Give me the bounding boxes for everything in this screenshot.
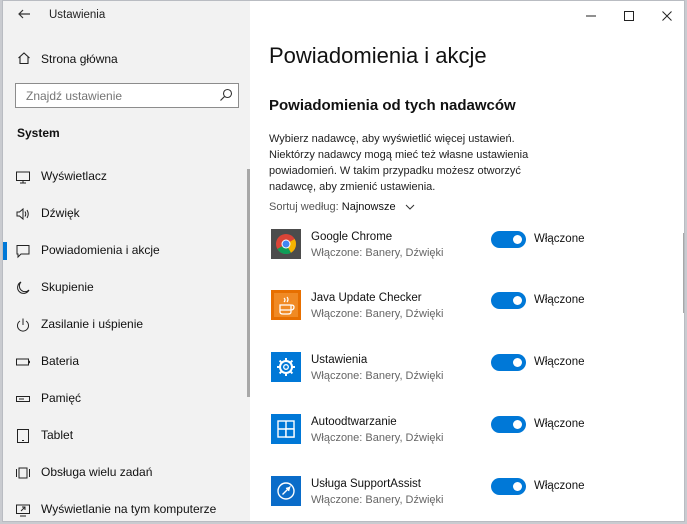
sidebar-item-sound[interactable]: Dźwięk xyxy=(3,195,247,232)
java-icon xyxy=(271,290,301,320)
speaker-icon xyxy=(16,207,29,221)
back-button[interactable] xyxy=(15,7,33,25)
gear-icon xyxy=(271,352,301,382)
notification-toggle[interactable] xyxy=(491,292,526,309)
tablet-icon xyxy=(17,429,29,443)
close-icon xyxy=(662,11,672,21)
sidebar-item-battery[interactable]: Bateria xyxy=(3,343,247,380)
sender-row-chrome[interactable]: Google Chrome Włączone: Banery, Dźwięki … xyxy=(269,229,679,279)
notification-toggle[interactable] xyxy=(491,478,526,495)
sidebar: Ustawienia Strona główna System Wyświetl… xyxy=(3,1,250,521)
toggle-knob xyxy=(513,482,522,491)
battery-icon xyxy=(16,358,30,366)
sender-name: Autoodtwarzanie xyxy=(311,416,397,428)
sort-label: Sortuj według: xyxy=(269,201,339,213)
window-controls xyxy=(572,1,684,31)
sidebar-item-focus[interactable]: Skupienie xyxy=(3,269,247,306)
sidebar-item-label: Skupienie xyxy=(41,280,94,294)
sender-row-autoplay[interactable]: Autoodtwarzanie Włączone: Banery, Dźwięk… xyxy=(269,414,679,464)
toggle-label: Włączone xyxy=(534,294,585,306)
sender-status: Włączone: Banery, Dźwięki xyxy=(311,432,444,444)
maximize-icon xyxy=(624,11,634,21)
page-title: Powiadomienia i akcje xyxy=(269,43,487,68)
sender-status: Włączone: Banery, Dźwięki xyxy=(311,308,444,320)
notification-icon xyxy=(16,245,30,259)
sender-status: Włączone: Banery, Dźwięki xyxy=(311,370,444,382)
sidebar-item-label: Wyświetlacz xyxy=(41,169,107,183)
toggle-label: Włączone xyxy=(534,233,585,245)
notification-toggle[interactable] xyxy=(491,416,526,433)
sidebar-item-power[interactable]: Zasilanie i uśpienie xyxy=(3,306,247,343)
display-icon xyxy=(16,171,30,184)
search-icon[interactable] xyxy=(219,88,233,102)
title-bar: Ustawienia xyxy=(3,1,250,31)
app-title: Ustawienia xyxy=(49,9,106,21)
main-scrollbar[interactable] xyxy=(683,233,684,313)
sidebar-item-label: Zasilanie i uśpienie xyxy=(41,317,144,331)
sidebar-item-notifications[interactable]: Powiadomienia i akcje xyxy=(3,232,247,269)
sidebar-item-tablet[interactable]: Tablet xyxy=(3,417,247,454)
sender-name: Google Chrome xyxy=(311,231,393,243)
sidebar-item-label: Dźwięk xyxy=(41,206,80,220)
sidebar-item-project[interactable]: Wyświetlanie na tym komputerze xyxy=(3,491,247,521)
sidebar-item-label: Tablet xyxy=(41,428,74,442)
home-link[interactable]: Strona główna xyxy=(3,41,250,77)
sort-control[interactable]: Sortuj według: Najnowsze xyxy=(269,201,415,213)
home-label: Strona główna xyxy=(41,52,118,66)
minimize-icon xyxy=(586,15,596,17)
description: Wybierz nadawcę, aby wyświetlić więcej u… xyxy=(269,133,529,193)
sidebar-item-multitasking[interactable]: Obsługa wielu zadań xyxy=(3,454,247,491)
search-box[interactable] xyxy=(15,83,239,108)
power-icon xyxy=(17,318,29,332)
storage-icon xyxy=(16,396,30,402)
toggle-label: Włączone xyxy=(534,480,585,492)
sender-status: Włączone: Banery, Dźwięki xyxy=(311,247,444,259)
toggle-knob xyxy=(513,420,522,429)
search-input[interactable] xyxy=(16,84,212,107)
sidebar-item-label: Pamięć xyxy=(41,391,82,405)
settings-window: Ustawienia Strona główna System Wyświetl… xyxy=(2,0,685,522)
multitasking-icon xyxy=(16,467,30,479)
sender-name: Ustawienia xyxy=(311,354,368,366)
main-content: Powiadomienia i akcje Powiadomienia od t… xyxy=(250,1,684,521)
minimize-button[interactable] xyxy=(572,1,610,31)
toggle-knob xyxy=(513,296,522,305)
sidebar-item-label: Obsługa wielu zadań xyxy=(41,465,153,479)
sidebar-item-storage[interactable]: Pamięć xyxy=(3,380,247,417)
back-arrow-icon xyxy=(18,9,30,19)
active-indicator xyxy=(3,242,7,260)
toggle-label: Włączone xyxy=(534,418,585,430)
moon-icon xyxy=(17,281,30,294)
autoplay-icon xyxy=(271,414,301,444)
toggle-knob xyxy=(513,235,522,244)
notification-toggle[interactable] xyxy=(491,231,526,248)
maximize-button[interactable] xyxy=(610,1,648,31)
sidebar-item-label: Powiadomienia i akcje xyxy=(41,243,160,257)
sender-row-supportassist[interactable]: Usługa SupportAssist Włączone: Banery, D… xyxy=(269,476,679,521)
toggle-label: Włączone xyxy=(534,356,585,368)
notification-toggle[interactable] xyxy=(491,354,526,371)
toggle-knob xyxy=(513,358,522,367)
close-button[interactable] xyxy=(648,1,684,31)
sender-row-java[interactable]: Java Update Checker Włączone: Banery, Dź… xyxy=(269,290,679,340)
home-icon xyxy=(18,52,30,65)
section-title: Powiadomienia od tych nadawców xyxy=(269,97,516,114)
sender-name: Java Update Checker xyxy=(311,292,422,304)
sidebar-item-label: Bateria xyxy=(41,354,80,368)
sender-row-settings[interactable]: Ustawienia Włączone: Banery, Dźwięki Włą… xyxy=(269,352,679,402)
sort-value[interactable]: Najnowsze xyxy=(342,201,396,213)
sidebar-item-display[interactable]: Wyświetlacz xyxy=(3,158,247,195)
project-icon xyxy=(16,504,30,517)
sender-status: Włączone: Banery, Dźwięki xyxy=(311,494,444,506)
sidebar-item-label: Wyświetlanie na tym komputerze xyxy=(41,502,217,516)
sender-name: Usługa SupportAssist xyxy=(311,478,421,490)
section-title-system: System xyxy=(17,126,60,140)
supportassist-icon xyxy=(271,476,301,506)
chevron-down-icon xyxy=(405,204,415,210)
chrome-icon xyxy=(271,229,301,259)
